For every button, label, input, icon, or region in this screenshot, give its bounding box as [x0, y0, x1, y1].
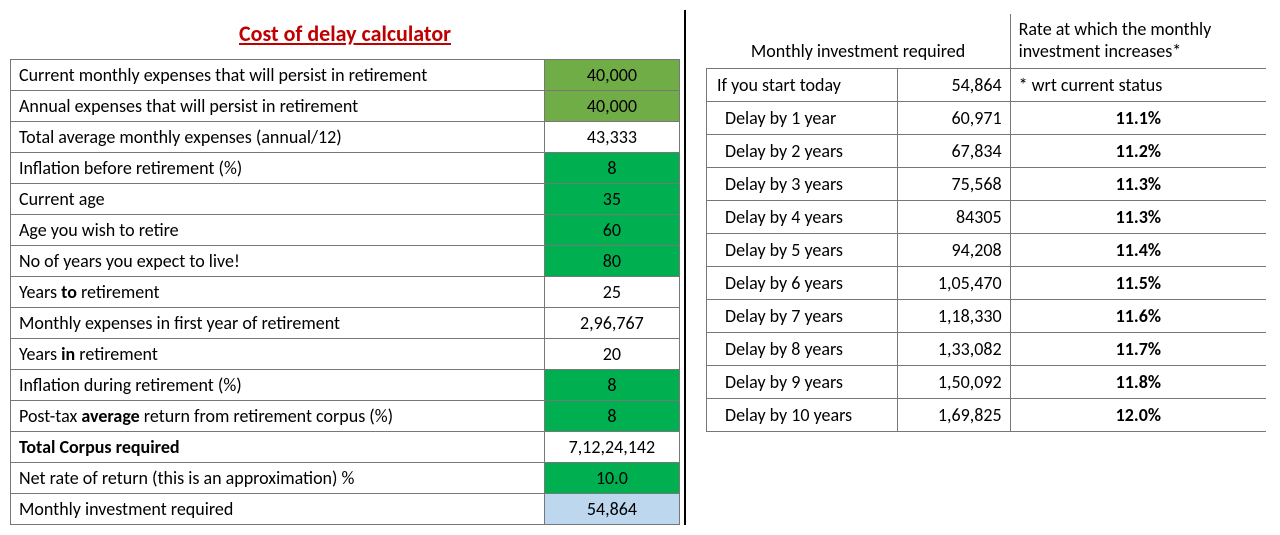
- table-row: Current monthly expenses that will persi…: [11, 60, 680, 91]
- row-label: Current age: [11, 184, 545, 215]
- table-row: Delay by 4 years8430511.3%: [707, 201, 1267, 234]
- row-value: 7,12,24,142: [544, 432, 679, 463]
- row-value: 60: [544, 215, 679, 246]
- delay-amount: 1,33,082: [897, 333, 1010, 366]
- delay-label: Delay by 5 years: [707, 234, 898, 267]
- delay-label: Delay by 6 years: [707, 267, 898, 300]
- table-row: Years in retirement20: [11, 339, 680, 370]
- table-row: Delay by 7 years1,18,33011.6%: [707, 300, 1267, 333]
- table-row: Years to retirement25: [11, 277, 680, 308]
- delay-rate: 11.7%: [1010, 333, 1266, 366]
- delay-amount: 1,05,470: [897, 267, 1010, 300]
- row-label: Post-tax average return from retirement …: [11, 401, 545, 432]
- row-label: Annual expenses that will persist in ret…: [11, 91, 545, 122]
- delay-rate: 11.3%: [1010, 168, 1266, 201]
- delay-amount: 54,864: [897, 69, 1010, 102]
- delay-amount: 1,69,825: [897, 399, 1010, 432]
- delay-label: Delay by 8 years: [707, 333, 898, 366]
- table-row: Net rate of return (this is an approxima…: [11, 463, 680, 494]
- table-row: Delay by 1 year60,97111.1%: [707, 102, 1267, 135]
- delay-table: Monthly investment required Rate at whic…: [706, 14, 1266, 432]
- table-row: Annual expenses that will persist in ret…: [11, 91, 680, 122]
- delay-rate: 11.4%: [1010, 234, 1266, 267]
- delay-label: Delay by 7 years: [707, 300, 898, 333]
- calculator-panel: Cost of delay calculator Current monthly…: [10, 10, 686, 525]
- table-row: Delay by 8 years1,33,08211.7%: [707, 333, 1267, 366]
- row-label: No of years you expect to live!: [11, 246, 545, 277]
- row-label: Current monthly expenses that will persi…: [11, 60, 545, 91]
- row-value: 54,864: [544, 494, 679, 525]
- row-label: Years to retirement: [11, 277, 545, 308]
- delay-amount: 1,50,092: [897, 366, 1010, 399]
- delay-header-investment: Monthly investment required: [707, 14, 1011, 69]
- delay-label: Delay by 3 years: [707, 168, 898, 201]
- row-value: 25: [544, 277, 679, 308]
- row-label: Monthly expenses in first year of retire…: [11, 308, 545, 339]
- row-label: Total average monthly expenses (annual/1…: [11, 122, 545, 153]
- table-row: Post-tax average return from retirement …: [11, 401, 680, 432]
- delay-amount: 94,208: [897, 234, 1010, 267]
- table-row: Delay by 10 years1,69,82512.0%: [707, 399, 1267, 432]
- delay-panel: Monthly investment required Rate at whic…: [706, 10, 1266, 432]
- row-value: 35: [544, 184, 679, 215]
- row-value: 2,96,767: [544, 308, 679, 339]
- delay-rate: 11.3%: [1010, 201, 1266, 234]
- delay-rate: 12.0%: [1010, 399, 1266, 432]
- delay-label: Delay by 1 year: [707, 102, 898, 135]
- delay-rate: 11.2%: [1010, 135, 1266, 168]
- table-row: Monthly expenses in first year of retire…: [11, 308, 680, 339]
- delay-label: Delay by 2 years: [707, 135, 898, 168]
- delay-rate: 11.6%: [1010, 300, 1266, 333]
- table-row: Inflation before retirement (%)8: [11, 153, 680, 184]
- table-row: No of years you expect to live!80: [11, 246, 680, 277]
- table-row: Delay by 9 years1,50,09211.8%: [707, 366, 1267, 399]
- table-row: Delay by 6 years1,05,47011.5%: [707, 267, 1267, 300]
- row-label: Inflation during retirement (%): [11, 370, 545, 401]
- row-value: 80: [544, 246, 679, 277]
- calculator-table: Current monthly expenses that will persi…: [10, 59, 680, 525]
- table-row: Total average monthly expenses (annual/1…: [11, 122, 680, 153]
- row-value: 20: [544, 339, 679, 370]
- delay-label: Delay by 10 years: [707, 399, 898, 432]
- table-row: Current age35: [11, 184, 680, 215]
- delay-amount: 60,971: [897, 102, 1010, 135]
- row-value: 8: [544, 370, 679, 401]
- delay-header-rate: Rate at which the monthly investment inc…: [1010, 14, 1266, 69]
- table-row: Monthly investment required54,864: [11, 494, 680, 525]
- delay-rate: 11.1%: [1010, 102, 1266, 135]
- delay-rate: 11.8%: [1010, 366, 1266, 399]
- table-row: Age you wish to retire60: [11, 215, 680, 246]
- table-row: If you start today54,864* wrt current st…: [707, 69, 1267, 102]
- row-value: 10.0: [544, 463, 679, 494]
- row-value: 8: [544, 153, 679, 184]
- delay-label: Delay by 9 years: [707, 366, 898, 399]
- delay-label: If you start today: [707, 69, 898, 102]
- delay-label: Delay by 4 years: [707, 201, 898, 234]
- delay-amount: 84305: [897, 201, 1010, 234]
- row-label: Inflation before retirement (%): [11, 153, 545, 184]
- row-value: 40,000: [544, 91, 679, 122]
- page-title: Cost of delay calculator: [10, 10, 680, 59]
- row-label: Years in retirement: [11, 339, 545, 370]
- delay-amount: 1,18,330: [897, 300, 1010, 333]
- table-row: Delay by 5 years94,20811.4%: [707, 234, 1267, 267]
- row-value: 40,000: [544, 60, 679, 91]
- delay-note: * wrt current status: [1010, 69, 1266, 102]
- row-value: 43,333: [544, 122, 679, 153]
- delay-amount: 75,568: [897, 168, 1010, 201]
- row-label: Net rate of return (this is an approxima…: [11, 463, 545, 494]
- table-row: Inflation during retirement (%)8: [11, 370, 680, 401]
- table-row: Delay by 2 years67,83411.2%: [707, 135, 1267, 168]
- row-label: Age you wish to retire: [11, 215, 545, 246]
- row-value: 8: [544, 401, 679, 432]
- row-label: Monthly investment required: [11, 494, 545, 525]
- delay-amount: 67,834: [897, 135, 1010, 168]
- delay-rate: 11.5%: [1010, 267, 1266, 300]
- row-label: Total Corpus required: [11, 432, 545, 463]
- table-row: Total Corpus required7,12,24,142: [11, 432, 680, 463]
- table-row: Delay by 3 years75,56811.3%: [707, 168, 1267, 201]
